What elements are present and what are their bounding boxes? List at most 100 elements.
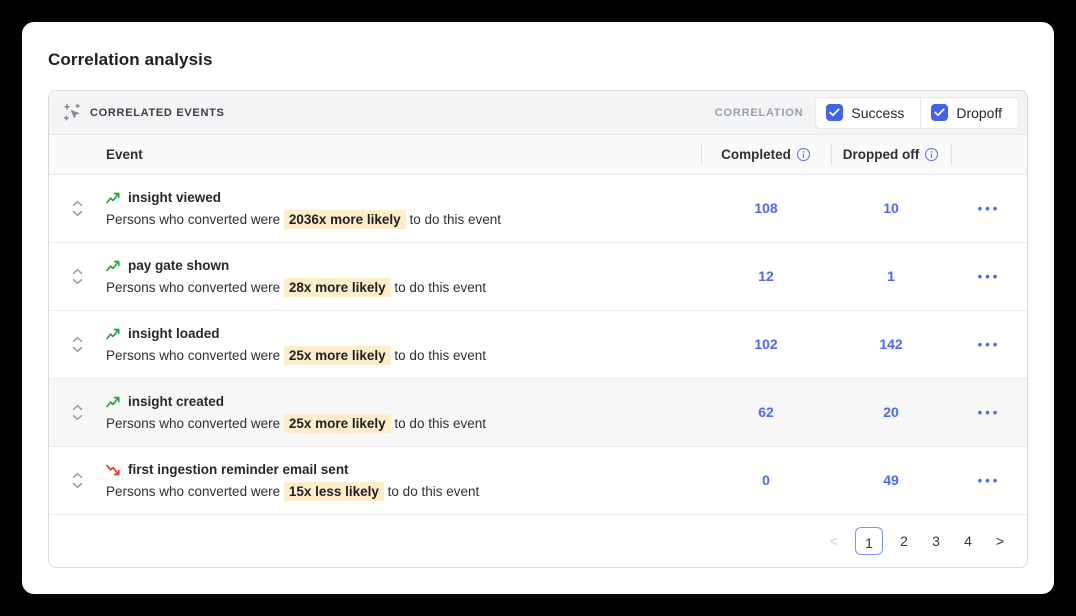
event-name: first ingestion reminder email sent [128,462,349,477]
sort-down-button[interactable] [72,278,83,285]
row-expand-cell [49,336,106,353]
likelihood-highlight: 15x less likely [284,482,384,501]
row-more-button[interactable]: ••• [974,333,1005,356]
row-completed-cell: 102 [701,336,831,354]
column-header-actions [951,135,1027,174]
row-event-cell: insight viewed Persons who converted wer… [106,190,701,227]
desc-prefix: Persons who converted were [106,212,284,227]
checkbox-checked-icon [826,104,843,121]
row-dropped-cell: 1 [831,268,951,286]
table-row: insight viewed Persons who converted wer… [49,175,1027,243]
dropped-count[interactable]: 49 [883,472,899,488]
completed-count[interactable]: 62 [758,404,774,420]
correlated-events-table: CORRELATED EVENTS CORRELATION Success [48,90,1028,568]
sort-up-button[interactable] [72,404,83,411]
row-actions-cell: ••• [951,197,1027,220]
row-expand-cell [49,472,106,489]
info-icon[interactable] [924,147,939,162]
pagination-next-button[interactable]: > [989,531,1011,551]
desc-suffix: to do this event [391,416,486,431]
table-rows: insight viewed Persons who converted wer… [49,175,1027,515]
correlation-label: CORRELATION [715,107,804,119]
correlation-filter-group: Success Dropoff [815,97,1019,129]
completed-count[interactable]: 12 [758,268,774,284]
checkbox-checked-icon [931,104,948,121]
pagination-page-3[interactable]: 3 [925,531,947,551]
desc-prefix: Persons who converted were [106,348,284,363]
dropped-count[interactable]: 1 [887,268,895,284]
cursor-sparkle-icon [63,103,82,122]
row-actions-cell: ••• [951,401,1027,424]
row-more-button[interactable]: ••• [974,469,1005,492]
row-more-button[interactable]: ••• [974,265,1005,288]
table-row: insight created Persons who converted we… [49,379,1027,447]
likelihood-highlight: 25x more likely [284,346,391,365]
event-description: Persons who converted were 25x more like… [106,416,701,431]
trend-icon [106,328,121,340]
filter-dropoff-checkbox[interactable]: Dropoff [920,97,1019,129]
table-row: pay gate shown Persons who converted wer… [49,243,1027,311]
column-header-completed-label: Completed [721,147,791,162]
event-name: pay gate shown [128,258,229,273]
row-actions-cell: ••• [951,265,1027,288]
desc-suffix: to do this event [391,280,486,295]
trend-icon [106,260,121,272]
event-description: Persons who converted were 15x less like… [106,484,701,499]
event-name: insight viewed [128,190,221,205]
row-dropped-cell: 142 [831,336,951,354]
table-title: CORRELATED EVENTS [90,107,225,119]
table-header-bar: CORRELATED EVENTS CORRELATION Success [49,91,1027,135]
row-expand-cell [49,200,106,217]
column-header-row: Event Completed Dropped off [49,135,1027,175]
desc-prefix: Persons who converted were [106,484,284,499]
row-event-cell: first ingestion reminder email sent Pers… [106,462,701,499]
desc-suffix: to do this event [406,212,501,227]
desc-suffix: to do this event [391,348,486,363]
row-dropped-cell: 49 [831,472,951,490]
pagination-prev-button[interactable]: < [823,531,845,551]
pagination-page-2[interactable]: 2 [893,531,915,551]
sort-down-button[interactable] [72,482,83,489]
pagination-page-1[interactable]: 1 [855,527,883,555]
trend-icon [106,192,121,204]
sort-up-button[interactable] [72,336,83,343]
correlation-analysis-card: Correlation analysis CORRELATED EVENTS C… [22,22,1054,594]
dropped-count[interactable]: 10 [883,200,899,216]
trend-icon [106,396,121,408]
row-completed-cell: 0 [701,472,831,490]
row-more-button[interactable]: ••• [974,197,1005,220]
sort-down-button[interactable] [72,210,83,217]
sort-up-button[interactable] [72,268,83,275]
row-more-button[interactable]: ••• [974,401,1005,424]
likelihood-highlight: 28x more likely [284,278,391,297]
page-title: Correlation analysis [48,50,1028,70]
sort-down-button[interactable] [72,346,83,353]
dropped-count[interactable]: 20 [883,404,899,420]
likelihood-highlight: 25x more likely [284,414,391,433]
event-description: Persons who converted were 2036x more li… [106,212,701,227]
likelihood-highlight: 2036x more likely [284,210,406,229]
sort-down-button[interactable] [72,414,83,421]
filter-dropoff-label: Dropoff [956,105,1002,121]
row-completed-cell: 108 [701,200,831,218]
row-event-cell: insight loaded Persons who converted wer… [106,326,701,363]
dropped-count[interactable]: 142 [879,336,902,352]
event-description: Persons who converted were 25x more like… [106,348,701,363]
sort-up-button[interactable] [72,200,83,207]
info-icon[interactable] [796,147,811,162]
row-completed-cell: 62 [701,404,831,422]
event-name: insight created [128,394,224,409]
trend-icon [106,464,121,476]
completed-count[interactable]: 0 [762,472,770,488]
column-header-completed: Completed [701,135,831,174]
filter-success-checkbox[interactable]: Success [815,97,921,129]
completed-count[interactable]: 102 [754,336,777,352]
column-header-dropped-off-label: Dropped off [843,147,920,162]
row-event-cell: pay gate shown Persons who converted wer… [106,258,701,295]
sort-up-button[interactable] [72,472,83,479]
event-description: Persons who converted were 28x more like… [106,280,701,295]
completed-count[interactable]: 108 [754,200,777,216]
pagination-page-4[interactable]: 4 [957,531,979,551]
row-actions-cell: ••• [951,469,1027,492]
row-actions-cell: ••• [951,333,1027,356]
